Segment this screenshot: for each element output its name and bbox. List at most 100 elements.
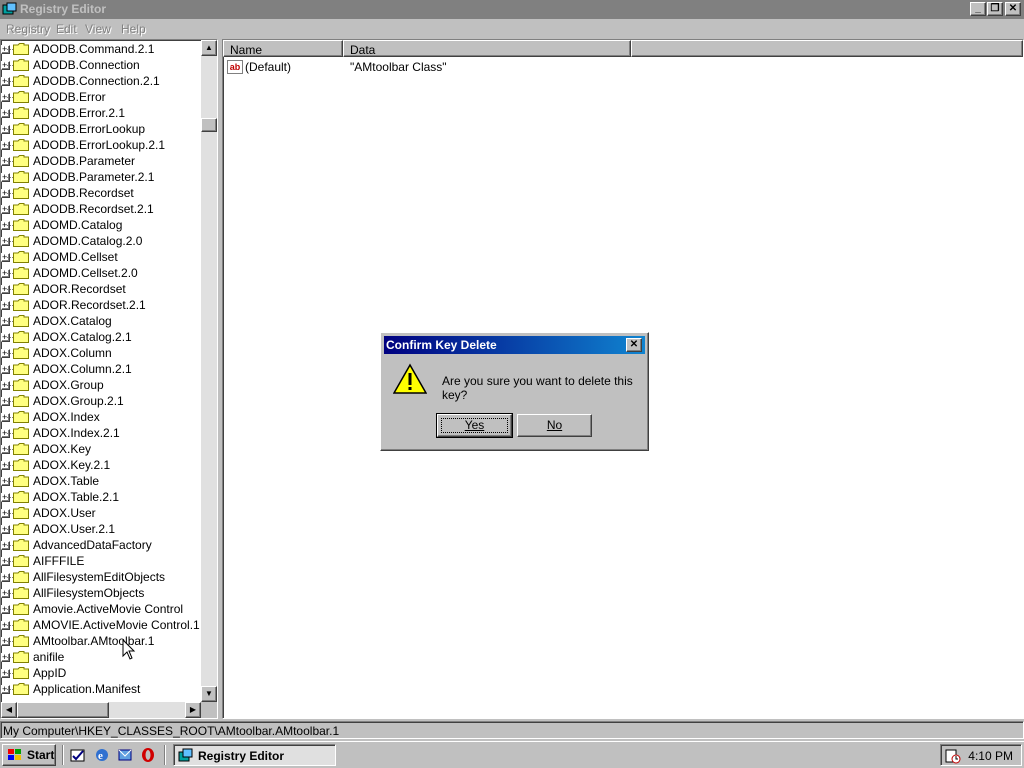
folder-icon: [13, 251, 29, 263]
tree-item[interactable]: + ADOX.Table: [1, 473, 201, 489]
tree-item[interactable]: + AllFilesystemEditObjects: [1, 569, 201, 585]
tree-item[interactable]: + ADOMD.Cellset: [1, 249, 201, 265]
tree-item[interactable]: + ADOX.Column.2.1: [1, 361, 201, 377]
folder-icon: [13, 267, 29, 279]
tree-item[interactable]: + ADODB.ErrorLookup: [1, 121, 201, 137]
tree-item[interactable]: + ADOX.Table.2.1: [1, 489, 201, 505]
folder-icon: [13, 123, 29, 135]
key-tree[interactable]: + ADODB.Command.2.1 + ADODB.Connection + ADOD…: [0, 39, 218, 719]
tree-item[interactable]: + ADOX.Key: [1, 441, 201, 457]
tree-vertical-scrollbar[interactable]: ▲ ▼: [201, 40, 217, 702]
clock[interactable]: 4:10 PM: [968, 749, 1013, 763]
tree-item[interactable]: + ADOX.Catalog: [1, 313, 201, 329]
tree-item-label: ADOX.User.2.1: [33, 522, 116, 536]
folder-icon: [13, 139, 29, 151]
tree-item[interactable]: + ADOMD.Catalog: [1, 217, 201, 233]
tree-item[interactable]: + ADODB.Recordset: [1, 185, 201, 201]
folder-icon: [13, 507, 29, 519]
tree-item[interactable]: + AMOVIE.ActiveMovie Control.1: [1, 617, 201, 633]
tree-item[interactable]: + ADOX.User.2.1: [1, 521, 201, 537]
tree-item[interactable]: + Application.Manifest: [1, 681, 201, 697]
tree-item[interactable]: + ADODB.Parameter: [1, 153, 201, 169]
value-name: (Default): [245, 60, 292, 74]
tree-item[interactable]: + Amovie.ActiveMovie Control: [1, 601, 201, 617]
horizontal-scroll-thumb[interactable]: [17, 702, 109, 718]
scroll-left-button[interactable]: ◀: [1, 702, 17, 718]
column-header-empty: [631, 40, 1023, 57]
tree-item[interactable]: + AllFilesystemObjects: [1, 585, 201, 601]
menu-registry[interactable]: Registry: [6, 22, 50, 36]
column-header-data[interactable]: Data: [343, 40, 631, 57]
scroll-down-button[interactable]: ▼: [201, 686, 217, 702]
no-button[interactable]: No: [517, 414, 592, 437]
tree-item[interactable]: + ADODB.Connection: [1, 57, 201, 73]
tree-item[interactable]: + ADOX.User: [1, 505, 201, 521]
scroll-up-button[interactable]: ▲: [201, 40, 217, 56]
tree-item[interactable]: + AppID: [1, 665, 201, 681]
tree-item-label: ADOMD.Catalog: [33, 218, 123, 232]
tree-item-label: AllFilesystemObjects: [33, 586, 145, 600]
warning-icon: [393, 363, 427, 394]
tree-item[interactable]: + ADOR.Recordset: [1, 281, 201, 297]
status-path: My Computer\HKEY_CLASSES_ROOT\AMtoolbar.…: [3, 724, 340, 738]
yes-button[interactable]: Yes: [436, 413, 513, 438]
tree-item[interactable]: + ADOMD.Cellset.2.0: [1, 265, 201, 281]
scroll-right-button[interactable]: ▶: [185, 702, 201, 718]
tree-item[interactable]: + ADOX.Index.2.1: [1, 425, 201, 441]
folder-icon: [13, 219, 29, 231]
tree-item[interactable]: + ADOMD.Catalog.2.0: [1, 233, 201, 249]
tree-item[interactable]: + ADOX.Catalog.2.1: [1, 329, 201, 345]
tree-item[interactable]: + ADODB.Error.2.1: [1, 105, 201, 121]
opera-icon[interactable]: [140, 747, 156, 763]
tree-item[interactable]: + ADOX.Group: [1, 377, 201, 393]
tree-item[interactable]: + ADODB.Command.2.1: [1, 41, 201, 57]
scheduler-icon[interactable]: [945, 748, 961, 764]
dialog-close-button[interactable]: ✕: [626, 338, 642, 352]
tree-item[interactable]: + ADODB.Connection.2.1: [1, 73, 201, 89]
folder-icon: [13, 347, 29, 359]
tree-item-label: ADOX.Index: [33, 410, 100, 424]
tree-horizontal-scrollbar[interactable]: ◀ ▶: [1, 702, 201, 718]
tree-item[interactable]: + AIFFFILE: [1, 553, 201, 569]
outlook-express-icon[interactable]: [117, 747, 133, 763]
scroll-thumb[interactable]: [201, 118, 217, 132]
mouse-cursor-icon: [122, 639, 136, 660]
dialog-title-bar: Confirm Key Delete ✕: [384, 336, 645, 354]
tree-item-label: ADODB.ErrorLookup: [33, 122, 146, 136]
minimize-button[interactable]: _: [970, 2, 986, 16]
tree-item[interactable]: + ADODB.ErrorLookup.2.1: [1, 137, 201, 153]
confirm-delete-dialog: Confirm Key Delete ✕ Are you sure you wa…: [380, 332, 649, 451]
tree-item[interactable]: + ADOX.Key.2.1: [1, 457, 201, 473]
tree-item[interactable]: + ADOX.Index: [1, 409, 201, 425]
tree-item[interactable]: + AdvancedDataFactory: [1, 537, 201, 553]
taskbar-separator: [164, 745, 166, 765]
internet-explorer-icon[interactable]: e: [94, 747, 110, 763]
tree-item[interactable]: + ADODB.Recordset.2.1: [1, 201, 201, 217]
tree-item[interactable]: + ADOX.Group.2.1: [1, 393, 201, 409]
folder-icon: [13, 203, 29, 215]
tree-item[interactable]: + ADODB.Error: [1, 89, 201, 105]
restore-button[interactable]: ❐: [987, 2, 1003, 16]
close-button[interactable]: ✕: [1005, 2, 1021, 16]
tree-item-label: ADOMD.Catalog.2.0: [33, 234, 143, 248]
status-bar: My Computer\HKEY_CLASSES_ROOT\AMtoolbar.…: [0, 721, 1024, 739]
menu-edit[interactable]: Edit: [56, 22, 77, 36]
menu-help[interactable]: Help: [121, 22, 146, 36]
start-button[interactable]: Start: [2, 744, 56, 766]
tree-item-label: ADOX.Column.2.1: [33, 362, 132, 376]
column-header-name[interactable]: Name: [223, 40, 343, 57]
tree-item-label: AllFilesystemEditObjects: [33, 570, 166, 584]
tree-item[interactable]: + ADOX.Column: [1, 345, 201, 361]
folder-icon: [13, 155, 29, 167]
taskbar-registry-editor[interactable]: Registry Editor: [173, 744, 336, 766]
menu-view[interactable]: View: [85, 22, 111, 36]
tree-item[interactable]: + AMtoolbar.AMtoolbar.1: [1, 633, 201, 649]
show-desktop-icon[interactable]: [70, 747, 86, 763]
tree-item-label: ADOX.Catalog: [33, 314, 112, 328]
tree-item[interactable]: + ADODB.Parameter.2.1: [1, 169, 201, 185]
tree-item-label: ADODB.ErrorLookup.2.1: [33, 138, 166, 152]
folder-icon: [13, 91, 29, 103]
tree-item[interactable]: + anifile: [1, 649, 201, 665]
tree-item[interactable]: + ADOR.Recordset.2.1: [1, 297, 201, 313]
folder-icon: [13, 363, 29, 375]
